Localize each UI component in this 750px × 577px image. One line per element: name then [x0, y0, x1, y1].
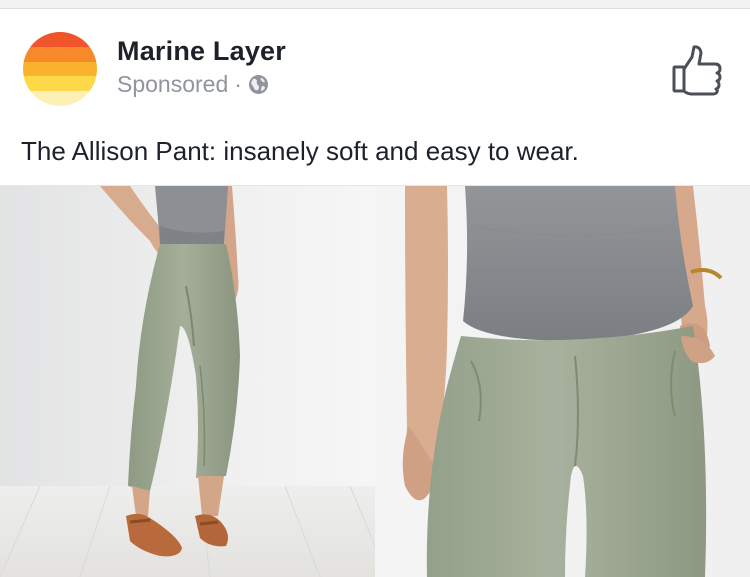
page-name-link[interactable]: Marine Layer [117, 36, 286, 67]
page-avatar[interactable] [23, 32, 97, 106]
avatar-band [23, 91, 97, 106]
avatar-band [23, 46, 97, 62]
product-photo-closeup[interactable] [375, 186, 750, 577]
post-header: Marine Layer Sponsored · [0, 9, 750, 127]
avatar-band [23, 61, 97, 77]
avatar-band [23, 32, 97, 47]
post-caption: The Allison Pant: insanely soft and easy… [21, 136, 579, 166]
meta-separator: · [234, 71, 242, 97]
like-icon[interactable] [670, 43, 724, 97]
product-photo-full-length[interactable] [0, 186, 375, 577]
avatar-band [23, 76, 97, 92]
sponsored-label[interactable]: Sponsored [117, 71, 228, 98]
top-divider-bar [0, 0, 750, 9]
post-meta: Sponsored · [117, 71, 269, 98]
globe-icon [248, 74, 269, 95]
